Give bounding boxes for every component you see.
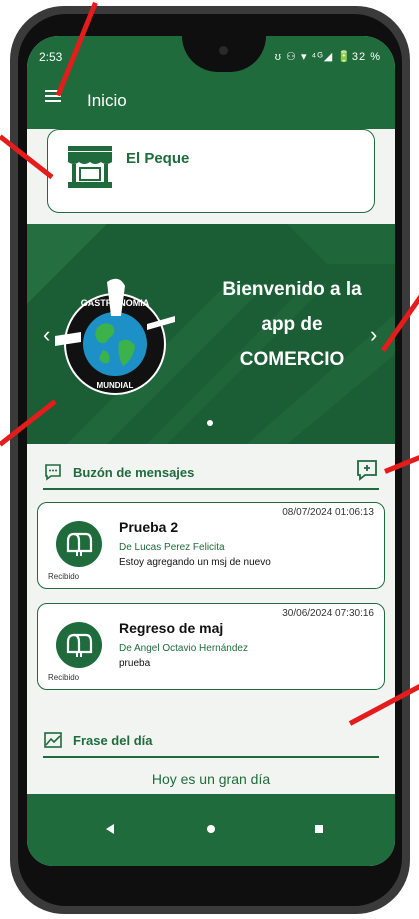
message-body: prueba (119, 658, 151, 669)
banner-line-3: COMERCIO (239, 349, 345, 370)
banner-page-indicator[interactable] (207, 420, 213, 426)
inbox-title: Buzón de mensajes (73, 465, 195, 480)
banner-line-1: Bienvenido a la (222, 279, 362, 300)
message-date: 30/06/2024 07:30:16 (282, 608, 374, 619)
status-time: 2:53 (39, 50, 63, 64)
app-screen: 2:53 ʊ ⚇ ▾ ⁴ᴳ◢ 🔋32 % Inicio El Peque GAS… (27, 36, 395, 866)
message-status: Recibido (48, 572, 80, 581)
svg-text:GASTRONOMIA: GASTRONOMIA (81, 298, 150, 308)
message-avatar (56, 622, 102, 668)
quote-title: Frase del día (73, 733, 153, 748)
message-date: 08/07/2024 01:06:13 (282, 507, 374, 518)
message-card[interactable]: 30/06/2024 07:30:16 Recibido Regreso de … (37, 603, 385, 690)
add-message-icon[interactable] (355, 458, 379, 482)
system-nav-bar (27, 794, 395, 866)
message-title: Regreso de maj (119, 620, 224, 636)
inbox-section-header: Buzón de mensajes (43, 460, 379, 490)
store-card[interactable]: El Peque (47, 129, 375, 213)
quote-section-header: Frase del día (43, 730, 379, 758)
nav-home-icon[interactable] (207, 825, 215, 833)
quote-text: Hoy es un gran día (151, 771, 271, 787)
app-header: 2:53 ʊ ⚇ ▾ ⁴ᴳ◢ 🔋32 % Inicio (27, 36, 395, 129)
mailbox-icon (66, 532, 93, 556)
svg-text:MUNDIAL: MUNDIAL (97, 381, 134, 390)
message-sender: De Lucas Perez Felicita (119, 542, 225, 553)
mailbox-icon (66, 633, 93, 657)
message-card[interactable]: 08/07/2024 01:06:13 Recibido Prueba 2 De… (37, 502, 385, 589)
store-icon (68, 146, 112, 188)
page-title: Inicio (87, 91, 127, 110)
message-body: Estoy agregando un msj de nuevo (119, 557, 271, 568)
banner-prev-arrow-icon[interactable]: ‹ (43, 322, 50, 348)
chart-image-icon (44, 732, 62, 748)
message-status: Recibido (48, 673, 80, 682)
banner-message: Bienvenido a la app de COMERCIO (202, 272, 382, 377)
camera-icon (219, 46, 228, 55)
store-name: El Peque (126, 150, 190, 167)
gastronomia-mundial-logo: GASTRONOMIA MUNDIAL (55, 278, 175, 395)
banner-next-arrow-icon[interactable]: › (370, 322, 377, 348)
chat-bubble-icon (45, 464, 61, 481)
welcome-banner-carousel[interactable]: GASTRONOMIA MUNDIAL Bienvenido a la app … (27, 224, 395, 444)
message-sender: De Angel Octavio Hernández (119, 643, 248, 654)
nav-recents-icon[interactable] (315, 825, 323, 833)
message-title: Prueba 2 (119, 519, 179, 535)
message-avatar (56, 521, 102, 567)
banner-line-2: app de (261, 314, 323, 335)
nav-back-icon[interactable] (106, 824, 114, 834)
status-icons: ʊ ⚇ ▾ ⁴ᴳ◢ 🔋32 % (274, 51, 381, 63)
